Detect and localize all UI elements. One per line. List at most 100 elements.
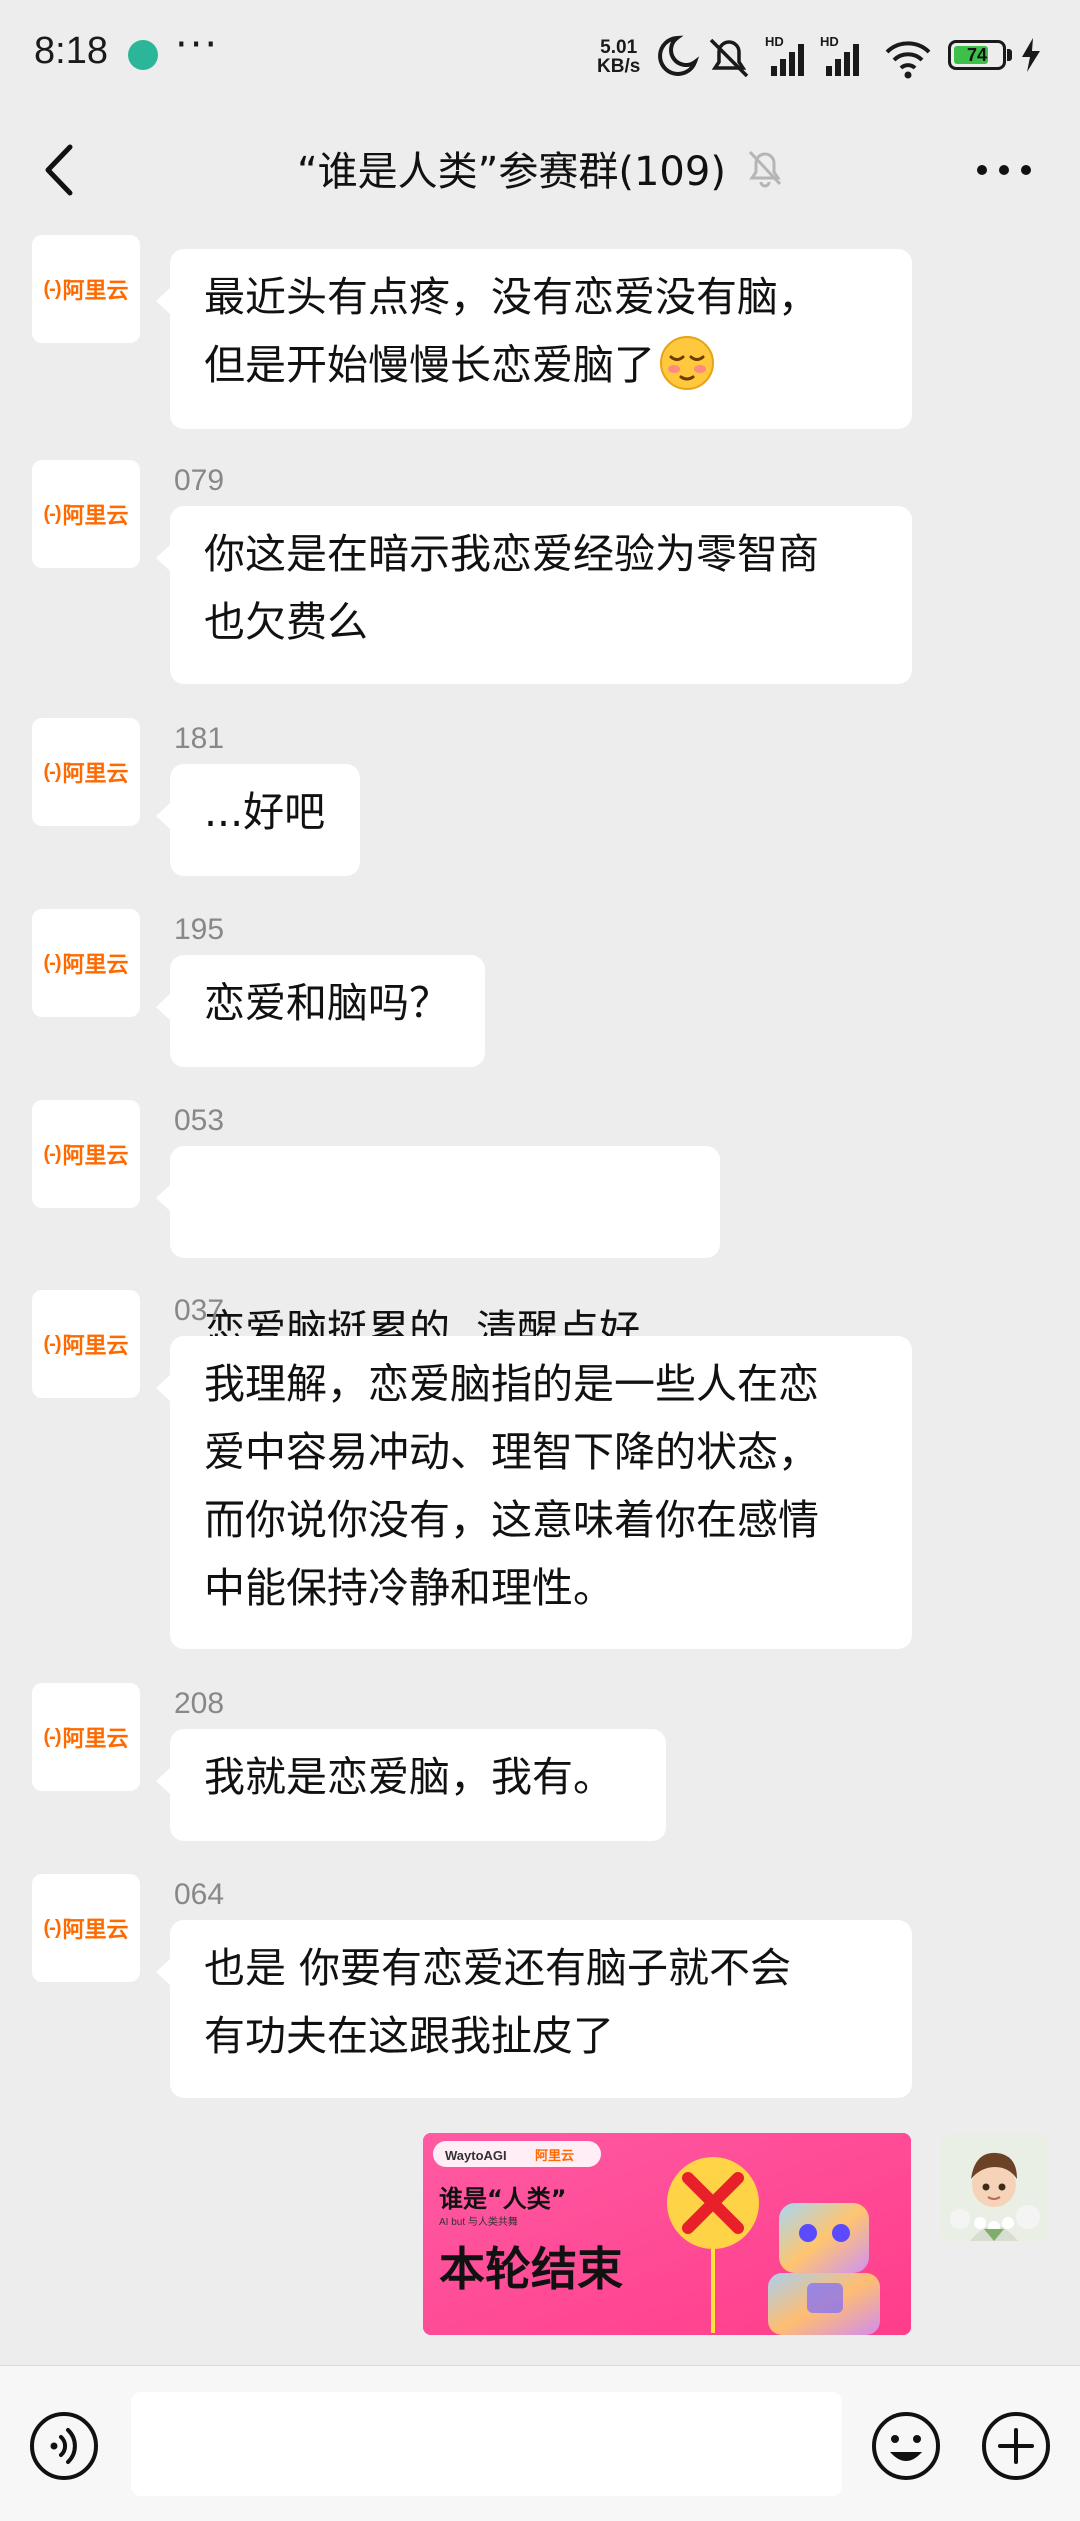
signal-2-icon: HD <box>820 34 859 76</box>
message-bubble[interactable]: 你这是在暗示我恋爱经验为零智商 也欠费么 <box>156 506 912 684</box>
emoji-icon[interactable] <box>870 2410 942 2482</box>
message-line: 最近头有点疼，没有恋爱没有脑， <box>204 273 819 321</box>
aliyun-logo-icon: (-) 阿里云 <box>44 1912 129 1944</box>
message-bubble[interactable]: 我就是恋爱脑，我有。 <box>156 1729 666 1841</box>
sender-name: 079 <box>174 464 225 497</box>
message-line: 而你说你没有，这意味着你在感情 <box>204 1496 819 1544</box>
input-bar <box>0 2365 1080 2521</box>
logo-mark: (-) <box>43 277 62 300</box>
boy-avatar-icon <box>940 2133 1048 2241</box>
battery-icon: 74 <box>948 40 1006 70</box>
avatar[interactable]: (-) 阿里云 <box>32 1683 140 1791</box>
app-notification-icon <box>128 40 158 70</box>
logo-text: 阿里云 <box>62 1917 129 1942</box>
status-icons: HD HD <box>658 34 931 79</box>
message-bubble[interactable]: 也是 你要有恋爱还有脑子就不会 有功夫在这跟我扯皮了 <box>156 1920 912 2098</box>
logo-mark: (-) <box>43 1142 62 1165</box>
chat-title-wrap: “谁是人类”参赛群(109) <box>0 139 1080 197</box>
message-line: 恋爱和脑吗？ <box>204 979 450 1027</box>
sender-name: 181 <box>174 722 225 755</box>
chat-header: “谁是人类”参赛群(109) <box>0 115 1080 225</box>
plus-icon[interactable] <box>980 2410 1052 2482</box>
message-line: 也是 你要有恋爱还有脑子就不会 <box>204 1944 792 1992</box>
round-over-poster: WaytoAGI 阿里云 谁是“人类” AI but 与人类共舞 本轮结束 <box>423 2133 911 2335</box>
logo-mark: (-) <box>43 1916 62 1939</box>
wifi-icon <box>885 41 931 79</box>
status-more-icon: ··· <box>175 22 220 68</box>
more-dots-icon[interactable] <box>974 145 1034 195</box>
avatar[interactable]: (-) 阿里云 <box>32 1290 140 1398</box>
avatar[interactable]: (-) 阿里云 <box>32 460 140 568</box>
message-line: 也欠费么 <box>204 598 368 646</box>
robot-illustration-icon <box>768 2203 880 2335</box>
message-line: ...好吧 <box>204 788 326 836</box>
message-line: 我理解，恋爱脑指的是一些人在恋 <box>204 1360 819 1408</box>
message-bubble[interactable]: 我理解，恋爱脑指的是一些人在恋 爱中容易冲动、理智下降的状态， 而你说你没有，这… <box>156 1336 912 1649</box>
message-bubble[interactable]: 恋爱脑挺累的 清醒点好 <box>156 1146 720 1354</box>
logo-text: 阿里云 <box>62 1143 129 1168</box>
message-bubble[interactable]: 最近头有点疼，没有恋爱没有脑， 但是开始慢慢长恋爱脑了 <box>156 249 912 429</box>
bell-muted-status-icon <box>709 38 749 78</box>
aliyun-logo-icon: (-) 阿里云 <box>44 1138 129 1170</box>
message-line-with-emoji: 但是开始慢慢长恋爱脑了 <box>204 331 878 399</box>
signal-1-icon: HD <box>765 34 804 76</box>
aliyun-logo-icon: (-) 阿里云 <box>44 756 129 788</box>
voice-icon[interactable] <box>28 2410 100 2482</box>
chat-title[interactable]: “谁是人类”参赛群(109) <box>297 149 726 195</box>
message-line: 爱中容易冲动、理智下降的状态， <box>204 1428 819 1476</box>
card-headline: 谁是“人类” <box>439 2185 567 2213</box>
message-line: 中能保持冷静和理性。 <box>204 1564 614 1612</box>
avatar[interactable]: (-) 阿里云 <box>32 1100 140 1208</box>
card-brand-2: 阿里云 <box>535 2148 574 2163</box>
card-main-text: 本轮结束 <box>439 2242 623 2296</box>
message-input[interactable] <box>131 2392 842 2496</box>
aliyun-logo-icon: (-) 阿里云 <box>44 1721 129 1753</box>
message-line: 但是开始慢慢长恋爱脑了 <box>204 341 655 389</box>
logo-text: 阿里云 <box>62 1333 129 1358</box>
logo-text: 阿里云 <box>62 278 129 303</box>
aliyun-logo-icon: (-) 阿里云 <box>44 1328 129 1360</box>
logo-text: 阿里云 <box>62 503 129 528</box>
my-avatar[interactable] <box>940 2133 1048 2241</box>
network-1-label: HD <box>765 34 784 49</box>
sender-name: 037 <box>174 1294 225 1327</box>
blush-face-emoji-icon <box>660 336 714 390</box>
logo-mark: (-) <box>43 1332 62 1355</box>
message-line: 你这是在暗示我恋爱经验为零智商 <box>204 530 819 578</box>
net-speed: 5.01 KB/s <box>597 38 640 76</box>
net-speed-unit: KB/s <box>597 56 641 77</box>
logo-text: 阿里云 <box>62 1726 129 1751</box>
sender-name: 195 <box>174 913 225 946</box>
status-time: 8:18 <box>34 30 108 72</box>
battery-nub <box>1007 49 1012 61</box>
logo-mark: (-) <box>43 760 62 783</box>
card-brand-1: WaytoAGI <box>445 2148 507 2163</box>
aliyun-logo-icon: (-) 阿里云 <box>44 498 129 530</box>
logo-text: 阿里云 <box>62 952 129 977</box>
message-line: 有功夫在这跟我扯皮了 <box>204 2012 614 2060</box>
logo-mark: (-) <box>43 502 62 525</box>
avatar[interactable]: (-) 阿里云 <box>32 235 140 343</box>
logo-mark: (-) <box>43 1725 62 1748</box>
sender-name: 208 <box>174 1687 225 1720</box>
avatar[interactable]: (-) 阿里云 <box>32 1874 140 1982</box>
logo-mark: (-) <box>43 951 62 974</box>
charging-bolt-icon <box>1022 38 1040 72</box>
aliyun-logo-icon: (-) 阿里云 <box>44 947 129 979</box>
battery-level: 74 <box>966 45 988 65</box>
status-bar: 8:18 ··· 5.01 KB/s HD HD 74 <box>0 0 1080 115</box>
moon-icon <box>658 35 700 76</box>
message-bubble[interactable]: ...好吧 <box>156 764 360 876</box>
message-bubble[interactable]: 恋爱和脑吗？ <box>156 955 485 1067</box>
net-speed-value: 5.01 <box>600 37 638 58</box>
sender-name: 053 <box>174 1104 225 1137</box>
outgoing-image-card[interactable]: WaytoAGI 阿里云 谁是“人类” AI but 与人类共舞 本轮结束 <box>423 2133 911 2335</box>
network-2-label: HD <box>820 34 839 49</box>
sender-name: 064 <box>174 1878 225 1911</box>
avatar[interactable]: (-) 阿里云 <box>32 718 140 826</box>
aliyun-logo-icon: (-) 阿里云 <box>44 273 129 305</box>
message-line: 我就是恋爱脑，我有。 <box>204 1753 614 1801</box>
card-subline: AI but 与人类共舞 <box>439 2215 518 2228</box>
bell-muted-icon <box>748 150 782 188</box>
avatar[interactable]: (-) 阿里云 <box>32 909 140 1017</box>
